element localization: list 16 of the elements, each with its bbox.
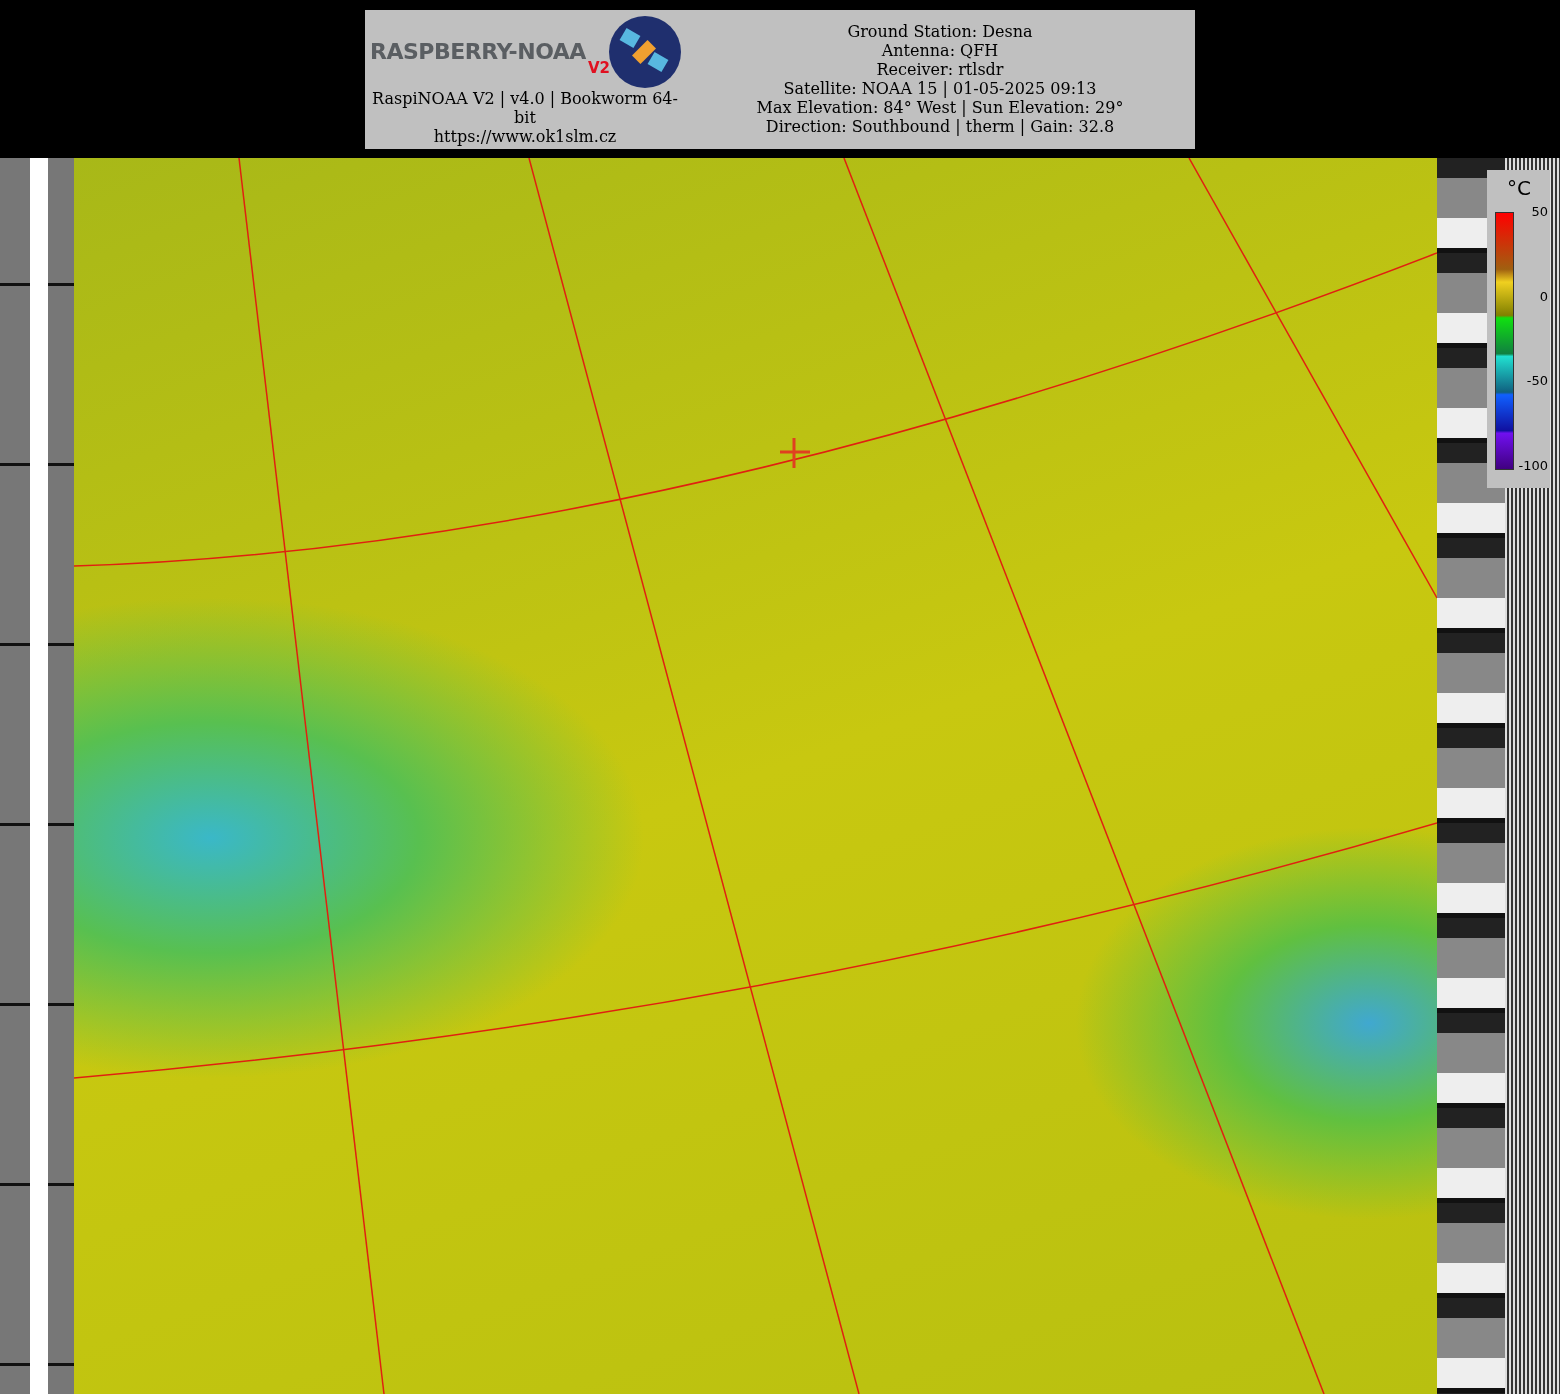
pass-info-line: Direction: Southbound | therm | Gain: 32.8	[765, 117, 1115, 136]
website-url: https://www.ok1slm.cz	[433, 127, 617, 146]
legend-tick-label: -50	[1526, 373, 1548, 388]
pass-info-line: Satellite: NOAA 15 | 01-05-2025 09:13	[783, 79, 1097, 98]
logo-version-label: V2	[588, 59, 611, 77]
satellite-icon	[608, 15, 682, 89]
logo-wordmark: RASPBERRY-NOAA	[370, 38, 586, 64]
cross-icon	[778, 436, 812, 470]
legend-tick-label: 50	[1531, 204, 1548, 219]
pass-info-line: Antenna: QFH	[881, 41, 999, 60]
pass-info-line: Receiver: rtlsdr	[876, 60, 1004, 79]
legend-tick-label: -100	[1518, 457, 1548, 473]
legend-unit: °C	[1507, 176, 1531, 200]
pass-info-line: Max Elevation: 84° West | Sun Elevation: 29°	[756, 98, 1124, 117]
pass-info-line: Ground Station: Desna	[847, 22, 1033, 41]
legend-tick-label: 0	[1539, 288, 1548, 304]
